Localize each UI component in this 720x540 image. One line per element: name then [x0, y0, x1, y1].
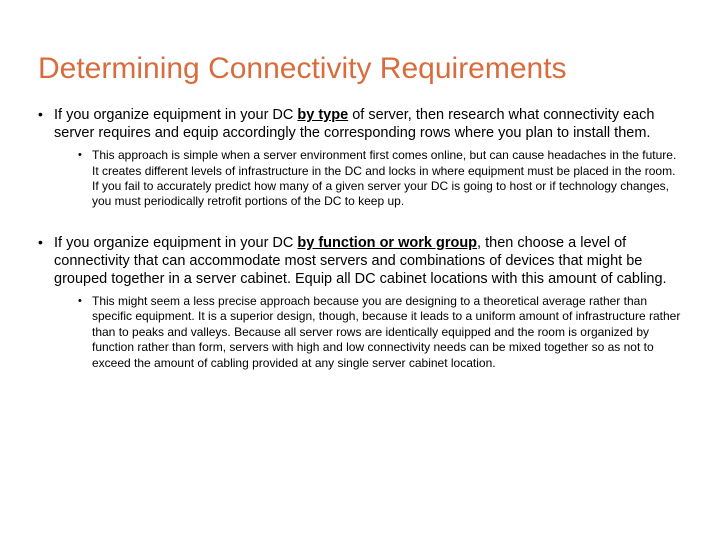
- slide-title: Determining Connectivity Requirements: [38, 52, 682, 86]
- sub-bullet-item: This might seem a less precise approach …: [78, 294, 682, 371]
- bullet-text-emph: by type: [297, 107, 348, 123]
- bullet-text-pre: If you organize equipment in your DC: [54, 107, 297, 123]
- bullet-list: If you organize equipment in your DC by …: [38, 106, 682, 371]
- slide: Determining Connectivity Requirements If…: [0, 0, 720, 540]
- bullet-text-pre: If you organize equipment in your DC: [54, 235, 297, 251]
- sub-bullet-list: This approach is simple when a server en…: [54, 148, 682, 209]
- sub-bullet-item: This approach is simple when a server en…: [78, 148, 682, 209]
- sub-bullet-list: This might seem a less precise approach …: [54, 294, 682, 371]
- bullet-item: If you organize equipment in your DC by …: [38, 234, 682, 371]
- bullet-item: If you organize equipment in your DC by …: [38, 106, 682, 210]
- bullet-text-emph: by function or work group: [297, 235, 477, 251]
